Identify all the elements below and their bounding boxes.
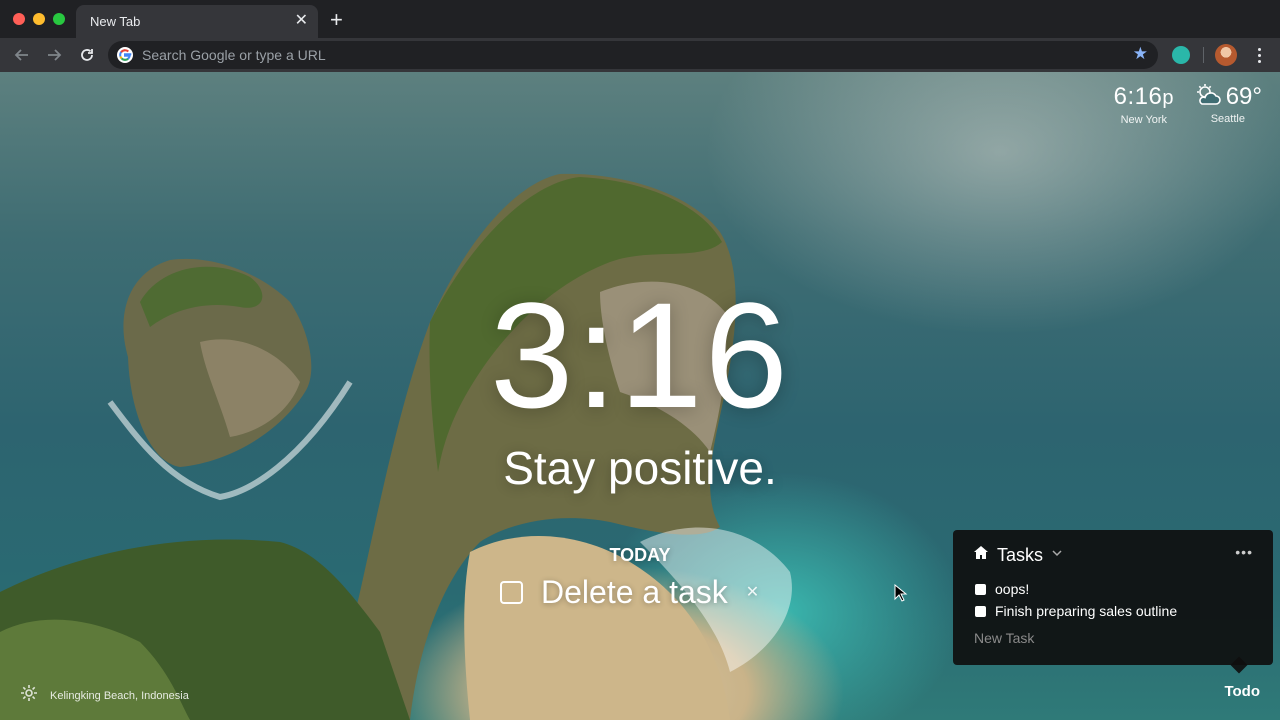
tab-new-tab[interactable]: New Tab ✕	[76, 5, 318, 38]
todo-toggle-button[interactable]: Todo	[1224, 683, 1260, 700]
world-clock[interactable]: 6:16p New York	[1114, 82, 1174, 127]
todo-list-title: Tasks	[997, 545, 1044, 565]
momentum-dashboard: 6:16p New York 69° Seattle 3:16 Stay pos…	[0, 72, 1280, 720]
title-bar: New Tab ✕ +	[0, 0, 1280, 38]
close-window-button[interactable]	[13, 13, 25, 25]
todo-list: oops! Finish preparing sales outline	[975, 578, 1177, 622]
world-clock-location: New York	[1120, 114, 1168, 126]
todo-panel: Tasks ••• oops! Finish preparing sales o…	[953, 530, 1273, 665]
focus-task-text: Delete a task	[541, 574, 728, 610]
maximize-window-button[interactable]	[53, 13, 65, 25]
main-clock: 3:16	[490, 271, 790, 439]
background-location[interactable]: Kelingking Beach, Indonesia	[50, 690, 189, 702]
browser-toolbar: Search Google or type a URL ★	[0, 38, 1280, 72]
new-tab-button[interactable]: +	[330, 8, 343, 32]
todo-checkbox[interactable]	[975, 605, 986, 617]
back-icon[interactable]	[9, 42, 35, 68]
focus-task: Delete a task ✕	[500, 572, 759, 612]
focus-checkbox[interactable]	[500, 580, 523, 604]
gear-icon[interactable]	[20, 684, 38, 707]
todo-list-selector[interactable]: Tasks	[973, 544, 1063, 566]
partly-cloudy-icon	[1194, 83, 1222, 112]
menu-icon[interactable]	[1249, 45, 1269, 65]
omnibox-placeholder: Search Google or type a URL	[142, 47, 326, 63]
omnibox[interactable]: Search Google or type a URL ★	[108, 41, 1158, 69]
todo-item-label: oops!	[995, 581, 1030, 597]
weather-widget[interactable]: 69° Seattle	[1194, 82, 1262, 126]
todo-more-icon[interactable]: •••	[1235, 544, 1253, 560]
google-icon	[117, 47, 133, 63]
todo-item[interactable]: oops!	[975, 578, 1177, 600]
focus-delete-icon[interactable]: ✕	[746, 582, 759, 602]
tab-title: New Tab	[90, 14, 141, 29]
extension-icon[interactable]	[1172, 46, 1190, 64]
minimize-window-button[interactable]	[33, 13, 45, 25]
forward-icon[interactable]	[41, 42, 67, 68]
toolbar-divider	[1203, 47, 1204, 63]
photo-info: Kelingking Beach, Indonesia	[20, 684, 189, 707]
weather-temperature: 69°	[1225, 83, 1262, 110]
tab-close-icon[interactable]: ✕	[295, 11, 308, 31]
home-icon	[973, 545, 989, 565]
mantra-text: Stay positive.	[503, 442, 777, 494]
reload-icon[interactable]	[74, 42, 100, 68]
mouse-cursor-icon	[894, 583, 908, 607]
todo-checkbox[interactable]	[975, 583, 986, 595]
todo-item[interactable]: Finish preparing sales outline	[975, 600, 1177, 622]
bookmark-star-icon[interactable]: ★	[1133, 44, 1148, 64]
todo-item-label: Finish preparing sales outline	[995, 603, 1178, 619]
world-clock-time: 6:16p	[1113, 83, 1174, 110]
new-task-input[interactable]: New Task	[974, 630, 1034, 646]
weather-location: Seattle	[1210, 113, 1245, 125]
profile-avatar[interactable]	[1215, 44, 1237, 66]
chevron-down-icon	[1051, 546, 1063, 564]
